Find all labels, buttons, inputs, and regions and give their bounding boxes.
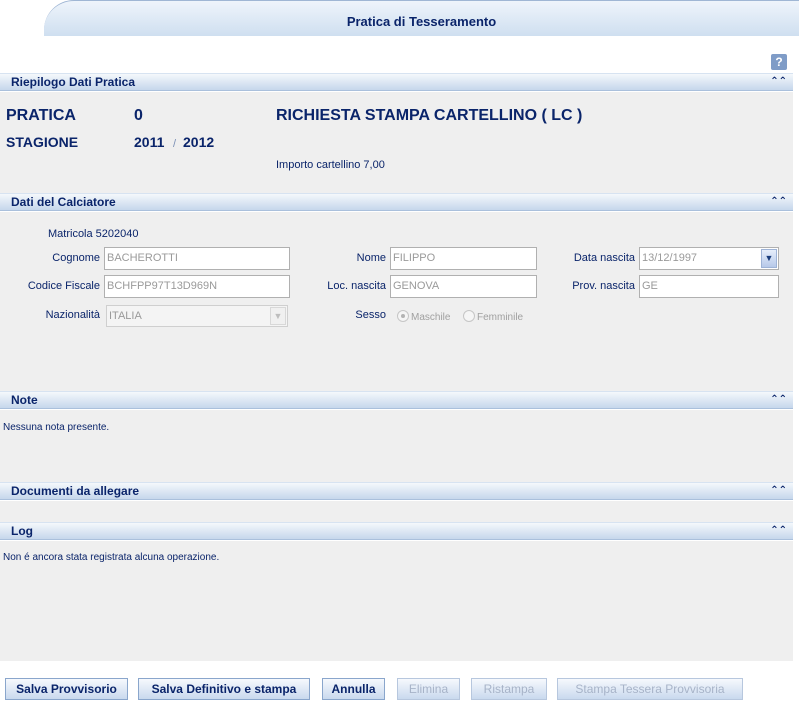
cognome-field[interactable]: BACHEROTTI xyxy=(104,247,290,270)
sesso-label: Sesso xyxy=(355,309,386,321)
note-text: Nessuna nota presente. xyxy=(3,422,110,433)
sesso-femminile-label: Femminile xyxy=(477,312,524,323)
section-header-log[interactable]: Log ⌃⌃ xyxy=(0,522,793,540)
section-header-note[interactable]: Note ⌃⌃ xyxy=(0,391,793,409)
section-title-note: Note xyxy=(11,393,38,407)
help-icon[interactable]: ? xyxy=(771,54,787,70)
section-title-calciatore: Dati del Calciatore xyxy=(11,195,116,209)
note-body: Nessuna nota presente. xyxy=(0,410,793,482)
riepilogo-body: PRATICA 0 RICHIESTA STAMPA CARTELLINO ( … xyxy=(0,92,793,193)
stagione-start: 2011 xyxy=(134,134,165,150)
pratica-value: 0 xyxy=(134,107,143,124)
section-header-calciatore[interactable]: Dati del Calciatore ⌃⌃ xyxy=(0,193,793,211)
data-nascita-value: 13/12/1997 xyxy=(642,252,698,264)
stagione-label: STAGIONE xyxy=(6,134,79,150)
log-body: Non é ancora stata registrata alcuna ope… xyxy=(0,541,793,661)
section-header-documenti[interactable]: Documenti da allegare ⌃⌃ xyxy=(0,482,793,500)
section-header-riepilogo[interactable]: Riepilogo Dati Pratica ⌃⌃ xyxy=(0,73,793,91)
codice-fiscale-field[interactable]: BCHFPP97T13D969N xyxy=(104,275,290,298)
sesso-maschile-label: Maschile xyxy=(411,312,451,323)
collapse-icon[interactable]: ⌃⌃ xyxy=(770,194,787,210)
stampa-tessera-button[interactable]: Stampa Tessera Provvisoria xyxy=(557,678,743,700)
page-title-tab: Pratica di Tesseramento xyxy=(44,0,799,36)
cognome-label: Cognome xyxy=(52,252,100,264)
section-title-riepilogo: Riepilogo Dati Pratica xyxy=(11,75,136,89)
annulla-button[interactable]: Annulla xyxy=(322,678,385,700)
nome-field[interactable]: FILIPPO xyxy=(390,247,537,270)
codice-fiscale-label: Codice Fiscale xyxy=(27,280,100,292)
loc-nascita-field[interactable]: GENOVA xyxy=(390,275,537,298)
page-title: Pratica di Tesseramento xyxy=(346,14,497,29)
salva-definitivo-button[interactable]: Salva Definitivo e stampa xyxy=(138,678,310,700)
data-nascita-label: Data nascita xyxy=(573,252,635,264)
richiesta-title: RICHIESTA STAMPA CARTELLINO ( LC ) xyxy=(276,107,583,124)
section-title-documenti: Documenti da allegare xyxy=(11,484,140,498)
importo-cartellino: Importo cartellino 7,00 xyxy=(276,159,385,171)
nazionalita-value: ITALIA xyxy=(109,310,142,322)
sesso-femminile-radio[interactable] xyxy=(463,310,475,322)
collapse-icon[interactable]: ⌃⌃ xyxy=(770,483,787,499)
collapse-icon[interactable]: ⌃⌃ xyxy=(770,74,787,90)
collapse-icon[interactable]: ⌃⌃ xyxy=(770,392,787,408)
data-nascita-select[interactable]: 13/12/1997 ▼ xyxy=(639,247,779,270)
log-text: Non é ancora stata registrata alcuna ope… xyxy=(3,552,220,563)
sesso-maschile-radio[interactable] xyxy=(397,310,409,322)
section-title-log: Log xyxy=(11,524,33,538)
chevron-down-icon: ▼ xyxy=(270,307,286,325)
ristampa-button[interactable]: Ristampa xyxy=(471,678,547,700)
nome-label: Nome xyxy=(356,252,386,264)
nazionalita-label: Nazionalità xyxy=(45,309,100,321)
pratica-label: PRATICA xyxy=(6,107,76,124)
nazionalita-select[interactable]: ITALIA ▼ xyxy=(106,305,288,327)
stagione-separator: / xyxy=(173,138,177,150)
stagione-end: 2012 xyxy=(183,134,215,150)
collapse-icon[interactable]: ⌃⌃ xyxy=(770,523,787,539)
matricola: Matricola 5202040 xyxy=(48,228,139,240)
prov-nascita-field[interactable]: GE xyxy=(639,275,779,298)
loc-nascita-label: Loc. nascita xyxy=(327,280,386,292)
prov-nascita-label: Prov. nascita xyxy=(572,280,635,292)
elimina-button[interactable]: Elimina xyxy=(397,678,460,700)
salva-provvisorio-button[interactable]: Salva Provvisorio xyxy=(5,678,128,700)
calciatore-body: Matricola 5202040 Cognome BACHEROTTI Nom… xyxy=(0,212,793,391)
chevron-down-icon[interactable]: ▼ xyxy=(761,249,777,268)
documenti-body xyxy=(0,501,793,522)
